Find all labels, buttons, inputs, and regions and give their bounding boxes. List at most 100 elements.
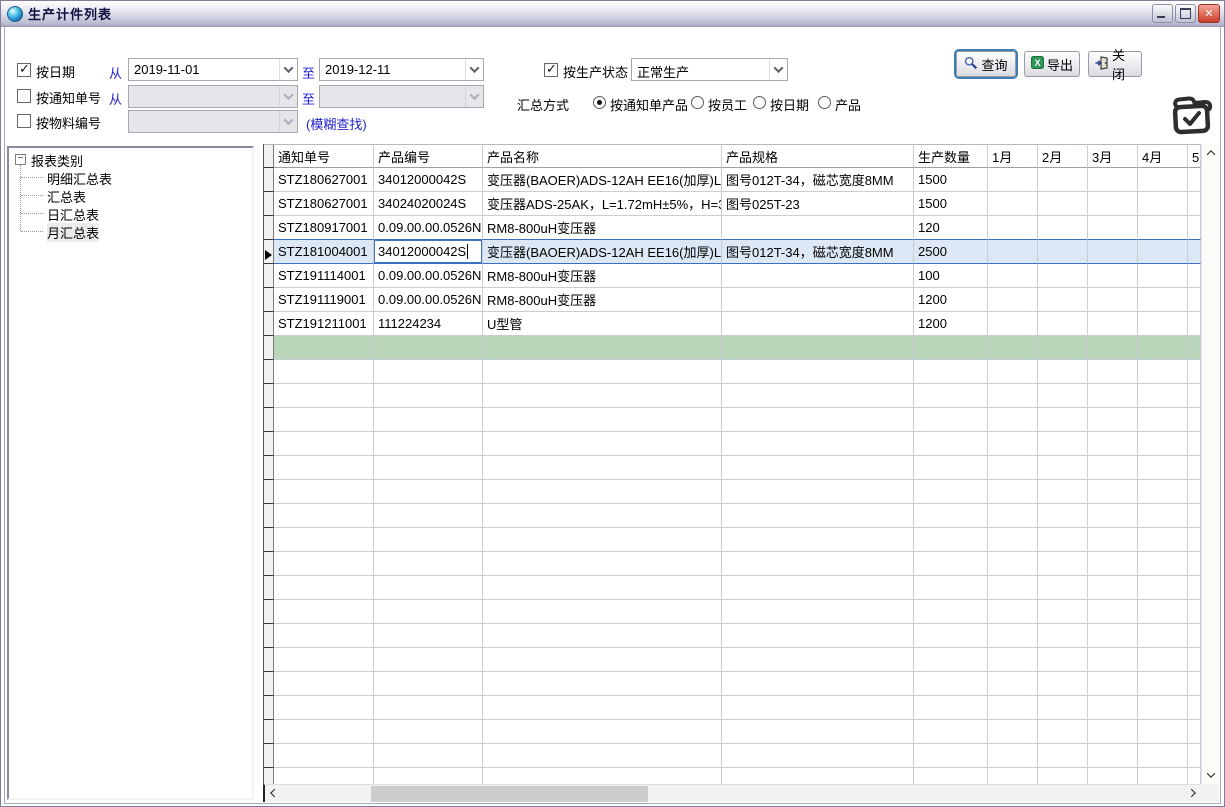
cell-month[interactable] xyxy=(1138,288,1188,312)
cell-notice[interactable]: STZ191211001 xyxy=(274,312,374,336)
cell-spec[interactable] xyxy=(722,216,914,240)
cell-product-no[interactable]: 34024020024S xyxy=(374,192,483,216)
cell-month[interactable] xyxy=(988,264,1038,288)
column-header-m1[interactable]: 1月 xyxy=(988,144,1038,168)
cell-month[interactable] xyxy=(1188,168,1201,192)
table-row-selected[interactable]: STZ181004001 34012000042S 变压器(BAOER)ADS-… xyxy=(264,240,1201,264)
cell-month[interactable] xyxy=(1038,168,1088,192)
cell-month[interactable] xyxy=(1088,288,1138,312)
notice-to-combobox[interactable] xyxy=(319,85,484,108)
by-notice-checkbox[interactable] xyxy=(17,89,31,103)
horizontal-scroll-thumb[interactable] xyxy=(371,786,648,802)
cell-spec[interactable] xyxy=(722,288,914,312)
scroll-up-button[interactable] xyxy=(1203,145,1219,161)
cell-month[interactable] xyxy=(1188,312,1201,336)
tree-item-detail-summary[interactable]: 明细汇总表 xyxy=(47,169,112,188)
cell-spec[interactable]: 图号025T-23 xyxy=(722,192,914,216)
cell-product-no[interactable]: 111224234 xyxy=(374,312,483,336)
cell-notice[interactable]: STZ191119001 xyxy=(274,288,374,312)
cell-spec[interactable] xyxy=(722,312,914,336)
status-combobox[interactable]: 正常生产 xyxy=(631,58,788,81)
cell-product-no[interactable]: 0.09.00.00.0526N xyxy=(374,288,483,312)
cell-empty[interactable] xyxy=(988,336,1038,360)
by-status-checkbox[interactable]: ✓ xyxy=(544,63,558,77)
cell-qty[interactable]: 2500 xyxy=(914,240,988,264)
cell-product-name[interactable]: RM8-800uH变压器 xyxy=(483,264,722,288)
cell-product-name[interactable]: 变压器(BAOER)ADS-12AH EE16(加厚)L=1. xyxy=(483,240,722,264)
cell-month[interactable] xyxy=(1138,240,1188,264)
cell-product-no-editing[interactable]: 34012000042S xyxy=(374,240,483,264)
cell-product-name[interactable]: RM8-800uH变压器 xyxy=(483,288,722,312)
cell-empty[interactable] xyxy=(914,336,988,360)
cell-month[interactable] xyxy=(1038,240,1088,264)
cell-month[interactable] xyxy=(1088,312,1138,336)
summary-radio-product[interactable] xyxy=(818,96,831,109)
cell-month[interactable] xyxy=(1088,240,1138,264)
cell-spec[interactable]: 图号012T-34，磁芯宽度8MM xyxy=(722,168,914,192)
cell-month[interactable] xyxy=(988,312,1038,336)
cell-qty[interactable]: 100 xyxy=(914,264,988,288)
cell-month[interactable] xyxy=(1138,264,1188,288)
notice-from-combobox[interactable] xyxy=(128,85,298,108)
cell-qty[interactable]: 1500 xyxy=(914,168,988,192)
cell-month[interactable] xyxy=(1138,192,1188,216)
column-header-m3[interactable]: 3月 xyxy=(1088,144,1138,168)
cell-spec[interactable]: 图号012T-34，磁芯宽度8MM xyxy=(722,240,914,264)
cell-notice[interactable]: STZ180627001 xyxy=(274,168,374,192)
column-header-spec[interactable]: 产品规格 xyxy=(722,144,914,168)
vertical-scrollbar[interactable] xyxy=(1201,144,1219,784)
cell-empty[interactable] xyxy=(1038,336,1088,360)
cell-month[interactable] xyxy=(1188,288,1201,312)
cell-month[interactable] xyxy=(988,168,1038,192)
cell-month[interactable] xyxy=(1038,192,1088,216)
summary-radio-employee[interactable] xyxy=(691,96,704,109)
cell-month[interactable] xyxy=(1038,264,1088,288)
column-header-product-no[interactable]: 产品编号 xyxy=(374,144,483,168)
column-header-m2[interactable]: 2月 xyxy=(1038,144,1088,168)
date-to-combobox[interactable]: 2019-12-11 xyxy=(319,58,484,81)
cell-month[interactable] xyxy=(1188,216,1201,240)
cell-notice[interactable]: STZ191114001 xyxy=(274,264,374,288)
cell-month[interactable] xyxy=(1138,216,1188,240)
column-header-qty[interactable]: 生产数量 xyxy=(914,144,988,168)
column-header-product-name[interactable]: 产品名称 xyxy=(483,144,722,168)
titlebar[interactable]: 生产计件列表 ✕ xyxy=(1,1,1224,27)
by-date-checkbox[interactable]: ✓ xyxy=(17,63,31,77)
cell-month[interactable] xyxy=(1038,312,1088,336)
column-header-m5[interactable]: 5月 xyxy=(1188,144,1201,168)
cell-editor[interactable]: 34012000042S xyxy=(374,240,482,263)
cell-product-no[interactable]: 34012000042S xyxy=(374,168,483,192)
chevron-down-icon[interactable] xyxy=(769,59,787,80)
cell-month[interactable] xyxy=(1138,312,1188,336)
cell-empty[interactable] xyxy=(1188,336,1201,360)
scroll-left-button[interactable] xyxy=(265,785,281,801)
cell-month[interactable] xyxy=(988,240,1038,264)
cell-product-no[interactable]: 0.09.00.00.0526N xyxy=(374,216,483,240)
scroll-down-button[interactable] xyxy=(1203,767,1219,783)
cell-empty[interactable] xyxy=(1138,336,1188,360)
cell-qty[interactable]: 1200 xyxy=(914,312,988,336)
cell-month[interactable] xyxy=(1138,168,1188,192)
by-material-checkbox[interactable] xyxy=(17,114,31,128)
chevron-down-icon[interactable] xyxy=(279,59,297,80)
table-row[interactable]: STZ180917001 0.09.00.00.0526N RM8-800uH变… xyxy=(264,216,1201,240)
cell-month[interactable] xyxy=(1088,264,1138,288)
cell-notice[interactable]: STZ180917001 xyxy=(274,216,374,240)
query-button[interactable]: 查询 xyxy=(956,51,1016,77)
cell-notice[interactable]: STZ180627001 xyxy=(274,192,374,216)
cell-qty[interactable]: 1500 xyxy=(914,192,988,216)
cell-month[interactable] xyxy=(1038,216,1088,240)
cell-month[interactable] xyxy=(988,192,1038,216)
cell-month[interactable] xyxy=(1038,288,1088,312)
cell-product-name[interactable]: 变压器ADS-25AK，L=1.72mH±5%，H=3.5 xyxy=(483,192,722,216)
cell-month[interactable] xyxy=(988,288,1038,312)
cell-product-name[interactable]: U型管 xyxy=(483,312,722,336)
date-from-combobox[interactable]: 2019-11-01 xyxy=(128,58,298,81)
tree-collapse-icon[interactable]: − xyxy=(15,154,26,165)
cell-empty[interactable] xyxy=(374,336,483,360)
column-header-notice[interactable]: 通知单号 xyxy=(274,144,374,168)
cell-product-name[interactable]: RM8-800uH变压器 xyxy=(483,216,722,240)
cell-empty[interactable] xyxy=(483,336,722,360)
cell-month[interactable] xyxy=(1188,240,1201,264)
cell-month[interactable] xyxy=(988,216,1038,240)
